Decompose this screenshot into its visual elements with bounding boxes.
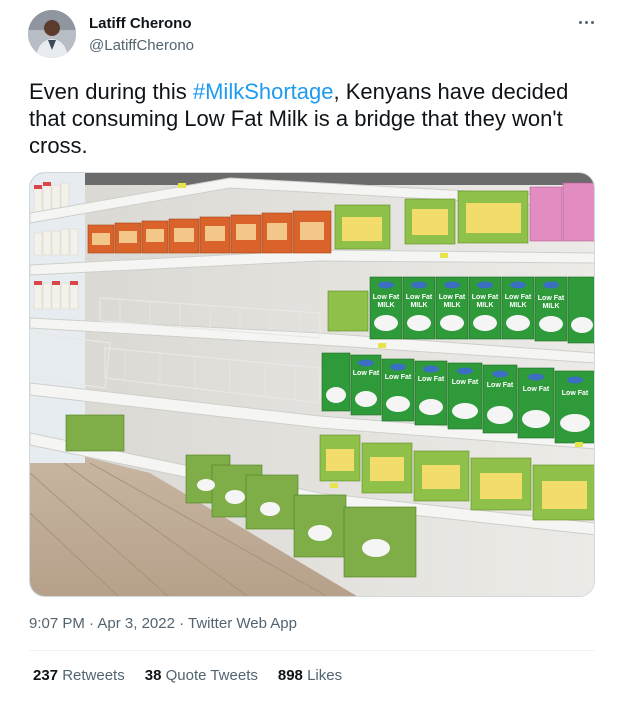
svg-text:Low Fat: Low Fat xyxy=(538,295,565,302)
quote-tweets-count: 38 xyxy=(144,667,162,684)
svg-text:Low Fat: Low Fat xyxy=(406,294,433,301)
svg-text:MILK: MILK xyxy=(542,303,559,310)
svg-text:MILK: MILK xyxy=(377,302,394,309)
svg-text:Low Fat: Low Fat xyxy=(505,294,532,301)
hashtag-link[interactable]: #MilkShortage xyxy=(193,79,334,104)
retweets-count: 237 xyxy=(33,667,59,684)
retweets-label: Retweets xyxy=(58,667,125,684)
svg-text:Low Fat: Low Fat xyxy=(385,374,412,381)
tweet-date-link[interactable]: Apr 3, 2022 xyxy=(97,615,175,632)
more-dot-icon xyxy=(584,20,588,24)
author-handle[interactable]: @LatiffCherono xyxy=(89,37,194,54)
tweet-meta: 9:07 PM · Apr 3, 2022 · Twitter Web App xyxy=(29,615,297,632)
user-photo-icon xyxy=(28,10,76,58)
svg-text:Low Fat: Low Fat xyxy=(562,390,589,397)
svg-text:Low Fat: Low Fat xyxy=(452,379,479,386)
svg-text:Low Fat: Low Fat xyxy=(353,370,380,377)
svg-text:MILK: MILK xyxy=(476,302,493,309)
svg-text:Low Fat: Low Fat xyxy=(472,294,499,301)
likes-stat[interactable]: 898 Likes xyxy=(278,667,342,684)
likes-label: Likes xyxy=(302,667,343,684)
svg-text:MILK: MILK xyxy=(410,302,427,309)
author-name[interactable]: Latiff Cherono xyxy=(89,15,192,32)
avatar[interactable] xyxy=(28,10,76,58)
more-options-button[interactable] xyxy=(576,12,596,32)
tweet-card: Latiff Cherono @LatiffCherono Even durin… xyxy=(0,0,620,701)
quote-tweets-stat[interactable]: 38 Quote Tweets xyxy=(145,667,258,684)
tweet-photo[interactable]: Low Fat MILK Low Fat MILK Low Fat MILK Low … xyxy=(29,172,595,597)
divider xyxy=(29,650,595,651)
svg-text:Low Fat: Low Fat xyxy=(523,386,550,393)
likes-count: 898 xyxy=(277,667,303,684)
tweet-source-link[interactable]: Twitter Web App xyxy=(188,615,297,632)
more-dot-icon xyxy=(578,20,582,24)
svg-text:Low Fat: Low Fat xyxy=(373,294,400,301)
tweet-time-link[interactable]: 9:07 PM xyxy=(29,615,85,632)
meta-separator: · xyxy=(84,615,98,632)
supermarket-shelves-photo: Low FatMILK Low FatMILK Low FatMILK Low … xyxy=(30,173,594,596)
svg-text:Low Fat: Low Fat xyxy=(487,382,514,389)
tweet-stats: 237 Retweets 38 Quote Tweets 898 Likes xyxy=(33,667,362,684)
svg-text:MILK: MILK xyxy=(509,302,526,309)
tweet-text-before: Even during this xyxy=(29,79,193,104)
svg-text:MILK: MILK xyxy=(443,302,460,309)
tweet-text: Even during this #MilkShortage, Kenyans … xyxy=(29,78,599,159)
quote-tweets-label: Quote Tweets xyxy=(161,667,258,684)
svg-text:Low Fat: Low Fat xyxy=(418,376,445,383)
more-dot-icon xyxy=(590,20,594,24)
retweets-stat[interactable]: 237 Retweets xyxy=(33,667,125,684)
svg-text:Low Fat: Low Fat xyxy=(439,294,466,301)
meta-separator: · xyxy=(174,615,189,632)
